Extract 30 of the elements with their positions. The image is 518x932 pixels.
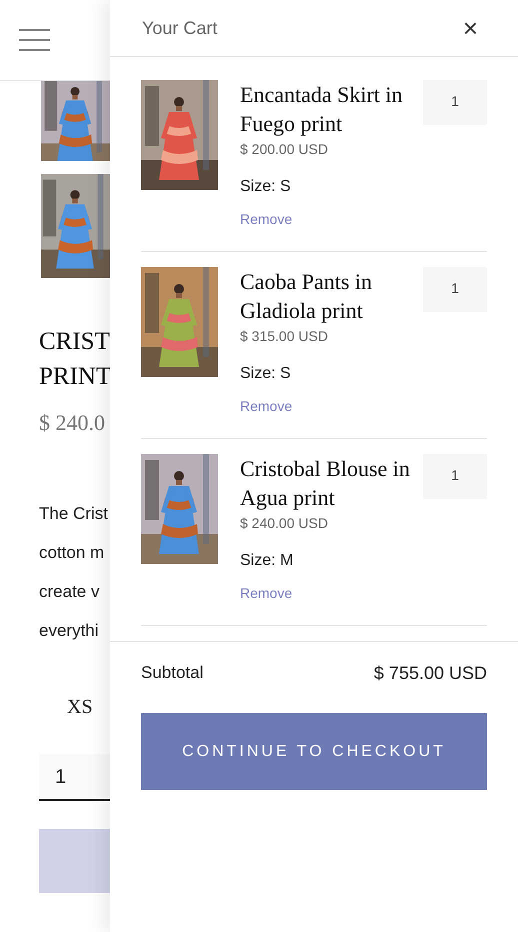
item-price: $ 200.00 USD — [240, 140, 329, 159]
item-size: Size: M — [240, 551, 294, 571]
remove-link[interactable]: Remove — [240, 396, 292, 417]
item-name[interactable]: Cristobal Blouse in Agua print — [240, 454, 418, 512]
quantity-field[interactable]: 1 — [423, 267, 487, 312]
product-price: $ 240.0 — [38, 409, 106, 437]
product-title: PRINT — [39, 362, 110, 392]
description-text: everythi — [39, 620, 100, 642]
cart-title: Your Cart — [142, 16, 218, 40]
product-title: CRIST — [39, 327, 110, 357]
quantity-field[interactable]: 1 — [423, 454, 487, 499]
remove-link[interactable]: Remove — [240, 209, 292, 230]
quantity-field[interactable]: 1 — [39, 754, 110, 801]
description-text: create v — [39, 581, 100, 603]
subtotal-label: Subtotal — [141, 662, 204, 684]
item-size: Size: S — [240, 364, 292, 384]
remove-link[interactable]: Remove — [240, 583, 292, 604]
item-price: $ 240.00 USD — [240, 514, 329, 533]
close-button[interactable]: × — [462, 15, 478, 41]
item-name[interactable]: Caoba Pants in Gladiola print — [240, 267, 418, 325]
item-name[interactable]: Encantada Skirt in Fuego print — [240, 80, 418, 138]
menu-icon[interactable] — [19, 29, 50, 51]
description-text: cotton m — [39, 542, 106, 564]
item-size: Size: S — [240, 177, 292, 197]
subtotal-amount: $ 755.00 USD — [374, 662, 487, 685]
size-option[interactable]: XS — [67, 692, 110, 722]
quantity-field[interactable]: 1 — [423, 80, 487, 125]
checkout-button[interactable]: CONTINUE TO CHECKOUT — [141, 713, 487, 790]
description-text: The Crist — [39, 503, 109, 525]
item-price: $ 315.00 USD — [240, 327, 329, 346]
